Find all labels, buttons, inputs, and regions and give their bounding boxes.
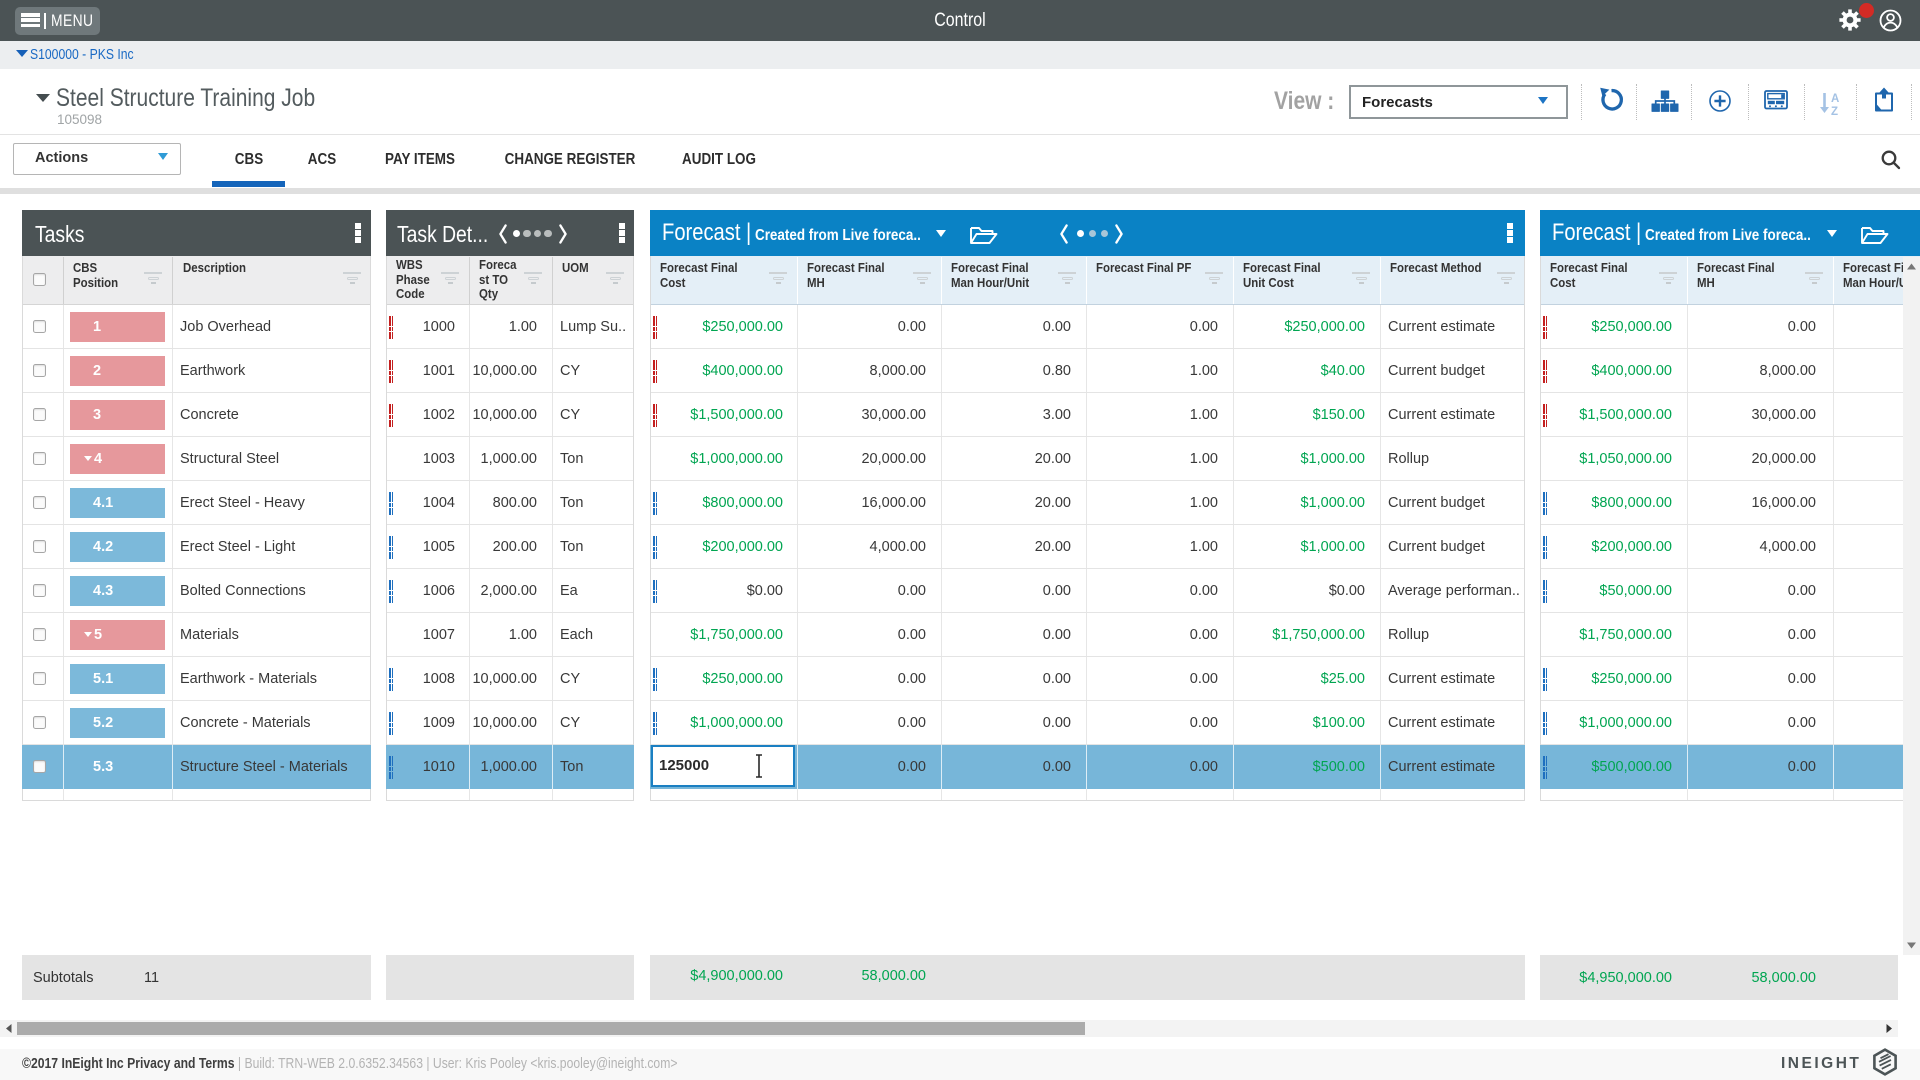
svg-text:A: A [1831,93,1839,105]
svg-text:Z: Z [1831,106,1838,116]
